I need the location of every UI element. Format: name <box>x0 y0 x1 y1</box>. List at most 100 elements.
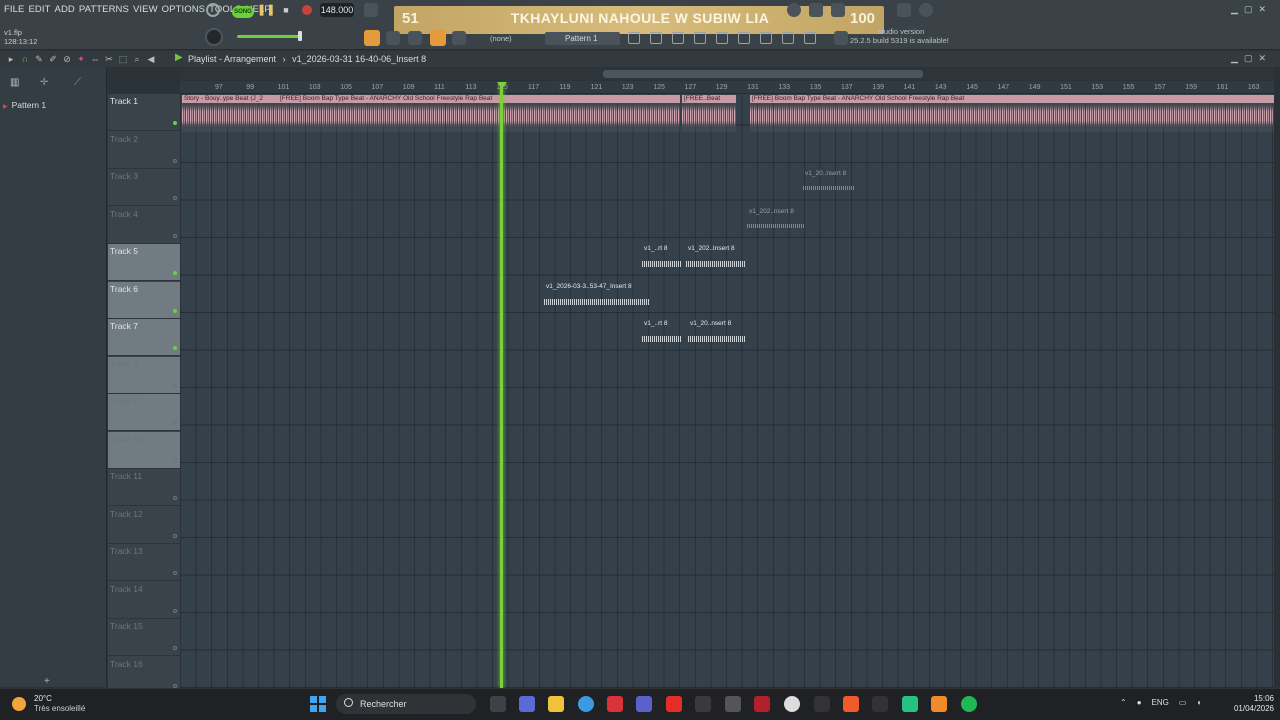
draw-icon[interactable]: ✎ <box>34 54 44 65</box>
display-icon[interactable]: ▭ <box>1179 698 1187 707</box>
playlist-play-icon[interactable]: ▶ <box>175 52 183 63</box>
typing-keyboard-icon[interactable] <box>452 31 466 45</box>
track-mute-led[interactable] <box>173 383 177 388</box>
audio-clip[interactable]: v1_2026-03-3..53-47_Insert 8 <box>544 283 650 320</box>
track-mute-led[interactable] <box>173 571 177 575</box>
pattern-selector[interactable]: Pattern 1 <box>545 32 620 45</box>
teams-icon[interactable] <box>636 696 652 712</box>
copilot-icon[interactable] <box>519 696 535 712</box>
audio-clip[interactable]: Story - Bouy..ype Beat (J_2 <box>182 95 278 132</box>
mixer-icon[interactable] <box>694 32 706 44</box>
mixer-shortcut-icon[interactable] <box>809 3 823 17</box>
track-header[interactable]: Track 2 <box>108 132 180 169</box>
tempo-display[interactable]: 148.000 <box>320 3 354 17</box>
track-mute-led[interactable] <box>173 608 177 613</box>
game-icon[interactable] <box>725 696 741 712</box>
track-mute-led[interactable] <box>173 346 177 350</box>
audio-clip[interactable]: v1_..rt 8 <box>642 320 682 357</box>
playlist-grid[interactable] <box>180 94 1274 688</box>
brave-icon[interactable] <box>843 696 859 712</box>
piano-roll-icon[interactable] <box>650 32 662 44</box>
playhead[interactable] <box>500 86 503 688</box>
magnet-icon[interactable]: ∩ <box>20 54 30 64</box>
snap-icon[interactable] <box>364 30 380 46</box>
fl-studio-icon[interactable] <box>931 696 947 712</box>
piano-icon[interactable]: ▥ <box>10 77 19 88</box>
playlist-menu-arrow-icon[interactable]: ▸ <box>6 54 16 65</box>
windows-start-icon[interactable] <box>310 696 326 712</box>
playlist-icon[interactable] <box>628 32 640 44</box>
track-header[interactable]: Track 3 <box>108 169 180 206</box>
track-header[interactable]: Track 5 <box>108 244 180 281</box>
audio-clip[interactable]: v1_20..nsert 8 <box>803 170 855 207</box>
playhead-marker[interactable] <box>497 82 507 89</box>
vertical-scrollbar[interactable] <box>1274 67 1280 687</box>
track-mute-led[interactable] <box>173 233 177 238</box>
track-header[interactable]: Track 13 <box>108 544 180 581</box>
track-header[interactable]: Track 9 <box>108 394 180 431</box>
track-header[interactable]: Track 7 <box>108 319 180 356</box>
plugin-picker-icon[interactable] <box>716 32 728 44</box>
volume-icon[interactable]: ◖ <box>1196 698 1201 707</box>
audio-clip[interactable]: v1_202..Insert 8 <box>686 245 746 282</box>
song-mode-button[interactable]: SONG <box>232 6 254 18</box>
track-mute-led[interactable] <box>173 308 177 313</box>
audio-clip[interactable]: [FREE..Beat <box>682 95 736 132</box>
master-pitch-knob[interactable] <box>205 28 223 46</box>
menu-add[interactable]: ADD <box>55 4 75 15</box>
audio-clip[interactable]: v1_202..nsert 8 <box>747 208 805 245</box>
track-mute-led[interactable] <box>173 533 177 538</box>
capcut-icon[interactable] <box>872 696 888 712</box>
audio-clip[interactable]: v1_..rt 8 <box>642 245 682 282</box>
track-header[interactable]: Track 4 <box>108 207 180 244</box>
file-explorer-icon[interactable] <box>548 696 564 712</box>
pencil-icon[interactable] <box>430 30 446 46</box>
audio-icon[interactable]: ⟋ <box>74 77 81 88</box>
track-header[interactable]: Track 1 <box>108 94 180 131</box>
menu-patterns[interactable]: PATTERNS <box>79 4 129 15</box>
loop-record-icon[interactable] <box>386 31 400 45</box>
add-pattern-icon[interactable]: + <box>44 676 50 687</box>
cut-icon[interactable] <box>782 32 794 44</box>
whatsapp-icon[interactable] <box>902 696 918 712</box>
menu-options[interactable]: OPTIONS <box>162 4 205 15</box>
slip-icon[interactable]: ⇔ <box>90 54 100 64</box>
track-mute-led[interactable] <box>173 196 177 200</box>
playlist-window-controls[interactable]: ▁▢✕ <box>1231 53 1272 64</box>
update-download-icon[interactable] <box>834 31 848 45</box>
step-edit-icon[interactable] <box>408 31 422 45</box>
snap-selector[interactable]: (none) <box>486 32 534 45</box>
track-header[interactable]: Track 6 <box>108 281 180 319</box>
red-app-icon[interactable] <box>754 696 770 712</box>
obs-icon[interactable] <box>784 696 800 712</box>
track-mute-led[interactable] <box>173 683 177 688</box>
fn-app-icon[interactable] <box>695 696 711 712</box>
update-notice[interactable]: studio version 25.2.5 build 5319 is avai… <box>850 27 949 45</box>
pat-song-toggle-icon[interactable] <box>206 3 220 17</box>
master-volume-slider[interactable] <box>237 31 302 41</box>
spotify-icon[interactable] <box>961 696 977 712</box>
chevron-up-icon[interactable]: ⌃ <box>1120 698 1127 707</box>
track-mute-led[interactable] <box>173 646 177 650</box>
mic-icon[interactable] <box>831 3 845 17</box>
track-header[interactable]: Track 15 <box>108 619 180 656</box>
track-header[interactable]: Track 14 <box>108 582 180 619</box>
chrome-icon[interactable] <box>578 696 594 712</box>
track-mute-led[interactable] <box>173 158 177 163</box>
track-mute-led[interactable] <box>173 458 177 463</box>
track-header[interactable]: Track 8 <box>108 356 180 394</box>
track-mute-led[interactable] <box>173 421 177 425</box>
metronome-icon[interactable] <box>364 3 378 17</box>
track-mute-led[interactable] <box>173 496 177 500</box>
pattern-list-item[interactable]: Pattern 1 <box>3 100 47 110</box>
audio-clip[interactable]: [FREE] Boom Bap Type Beat - ANARCHY Old … <box>278 95 680 132</box>
mic-tray-icon[interactable]: ● <box>1137 698 1142 707</box>
playback-icon[interactable]: ◀ <box>146 54 156 65</box>
browser-icon[interactable] <box>738 32 750 44</box>
audio-clip[interactable]: v1_20..nsert 8 <box>688 320 746 357</box>
track-header[interactable]: Track 11 <box>108 469 180 506</box>
stop-button[interactable]: ■ <box>279 3 293 17</box>
track-header[interactable]: Track 12 <box>108 507 180 544</box>
delete-icon[interactable]: ⊘ <box>62 54 72 65</box>
select-icon[interactable]: ⬚ <box>118 54 128 65</box>
